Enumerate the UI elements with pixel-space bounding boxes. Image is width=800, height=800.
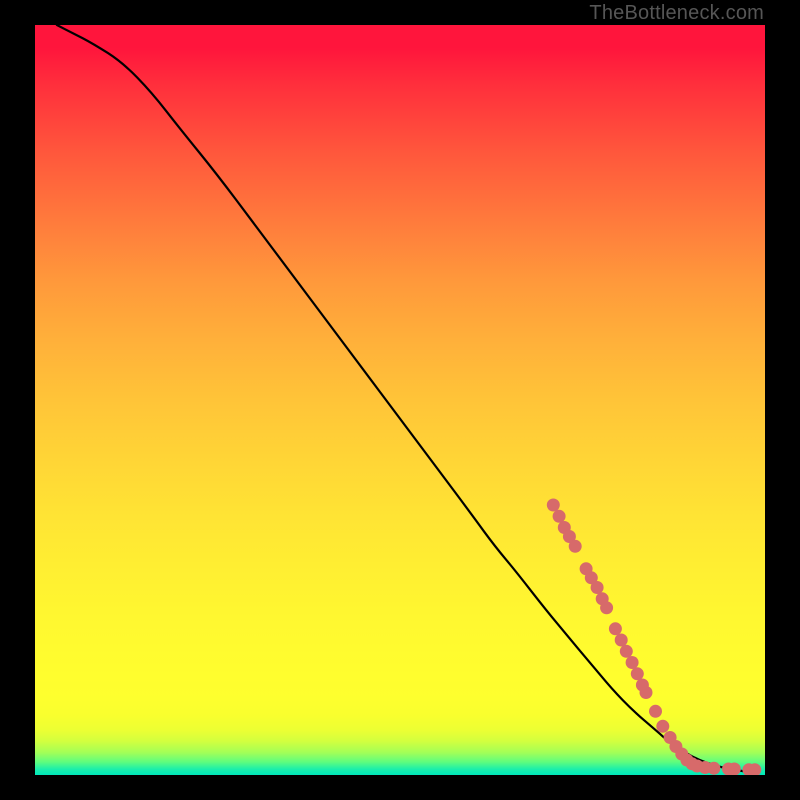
data-point-marker (553, 510, 566, 523)
data-point-marker (626, 656, 639, 669)
curve-markers (547, 499, 762, 776)
plot-area (35, 25, 765, 775)
bottleneck-curve (57, 25, 758, 772)
data-point-marker (615, 634, 628, 647)
chart-frame: TheBottleneck.com (0, 0, 800, 800)
data-point-marker (600, 601, 613, 614)
data-point-marker (620, 645, 633, 658)
watermark-text: TheBottleneck.com (589, 2, 764, 25)
curve-layer (35, 25, 765, 775)
data-point-marker (649, 705, 662, 718)
data-point-marker (569, 540, 582, 553)
data-point-marker (631, 667, 644, 680)
data-point-marker (609, 622, 622, 635)
data-point-marker (547, 499, 560, 512)
data-point-marker (707, 762, 720, 775)
data-point-marker (591, 581, 604, 594)
data-point-marker (640, 686, 653, 699)
data-point-marker (728, 763, 741, 776)
data-point-marker (656, 720, 669, 733)
